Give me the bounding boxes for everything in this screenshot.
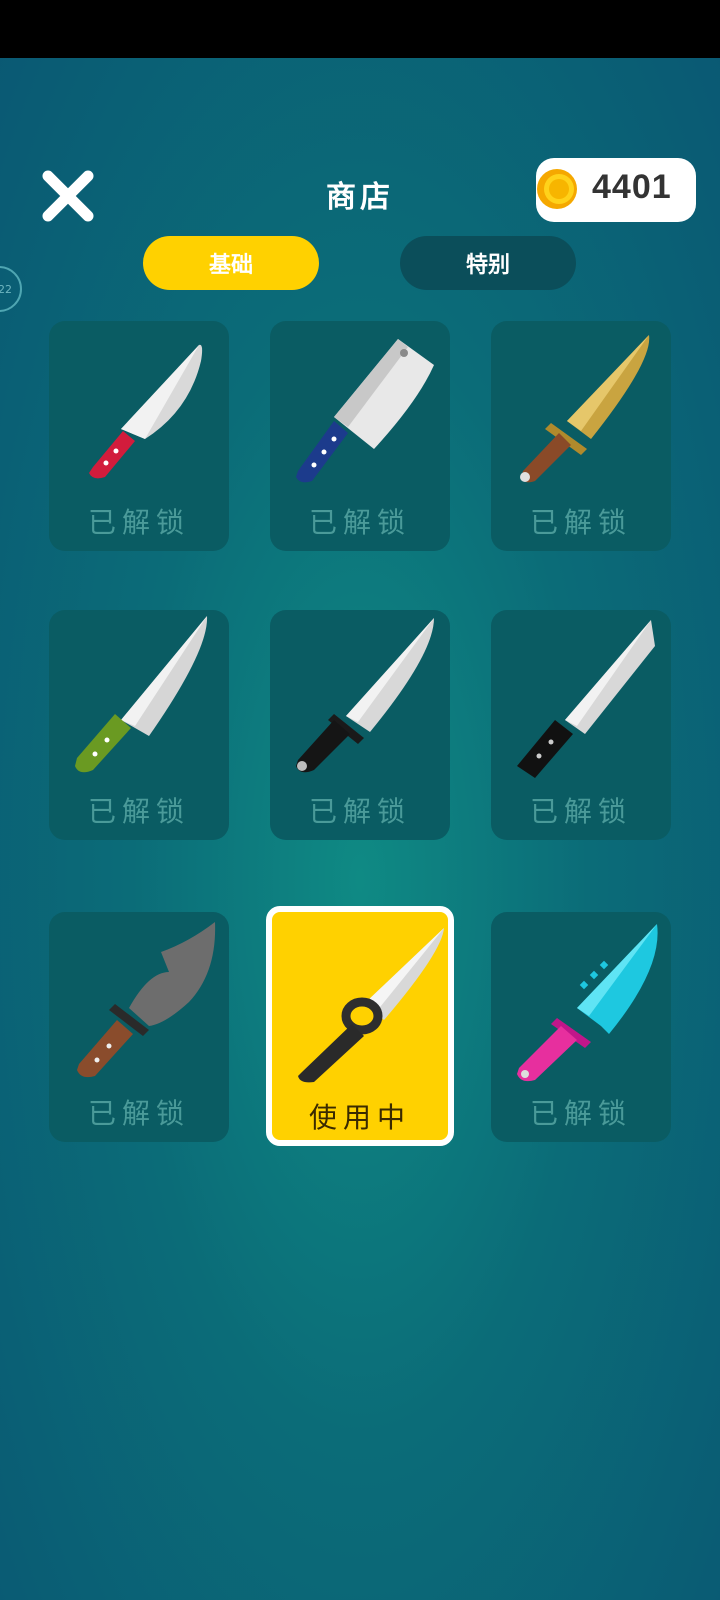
tab-special[interactable]: 特别 (400, 236, 576, 290)
coin-icon (536, 168, 578, 210)
shop-item-ring-handle-kunai[interactable]: 使用中 (266, 906, 454, 1146)
shop-item-red-handle-chef-knife[interactable]: 已解锁 (49, 321, 229, 551)
shop-item-golden-dagger[interactable]: 已解锁 (491, 321, 671, 551)
item-status: 已解锁 (308, 795, 411, 828)
golden-dagger-icon (520, 335, 650, 483)
machete-icon (77, 922, 216, 1078)
item-status: 已解锁 (529, 795, 632, 828)
item-status: 已解锁 (308, 506, 411, 539)
item-status: 已解锁 (87, 1097, 190, 1130)
item-status: 已解锁 (529, 506, 632, 539)
green-knife-icon (75, 616, 208, 773)
item-status: 已解锁 (529, 1097, 632, 1130)
kunai-icon (298, 928, 444, 1083)
item-status: 使用中 (308, 1101, 411, 1134)
shop-item-curved-machete[interactable]: 已解锁 (49, 912, 229, 1142)
shop-item-black-grip-knife[interactable]: 已解锁 (270, 610, 450, 840)
status-bar (0, 0, 720, 58)
black-grip-knife-icon (296, 618, 434, 773)
shop-item-blue-handle-cleaver[interactable]: 已解锁 (270, 321, 450, 551)
item-status: 已解锁 (87, 506, 190, 539)
tab-basic[interactable]: 基础 (143, 236, 319, 290)
coin-count: 4401 (592, 168, 672, 206)
red-chef-knife-icon (89, 344, 203, 479)
shop-item-tanto-knife[interactable]: 已解锁 (491, 610, 671, 840)
item-status: 已解锁 (87, 795, 190, 828)
shop-item-green-handle-knife[interactable]: 已解锁 (49, 610, 229, 840)
blue-cleaver-icon (296, 339, 434, 483)
shop-item-cyan-serrated-knife[interactable]: 已解锁 (491, 912, 671, 1142)
tanto-knife-icon (517, 620, 655, 778)
cyan-knife-icon (517, 924, 658, 1082)
level-badge[interactable]: 22 (0, 266, 22, 312)
